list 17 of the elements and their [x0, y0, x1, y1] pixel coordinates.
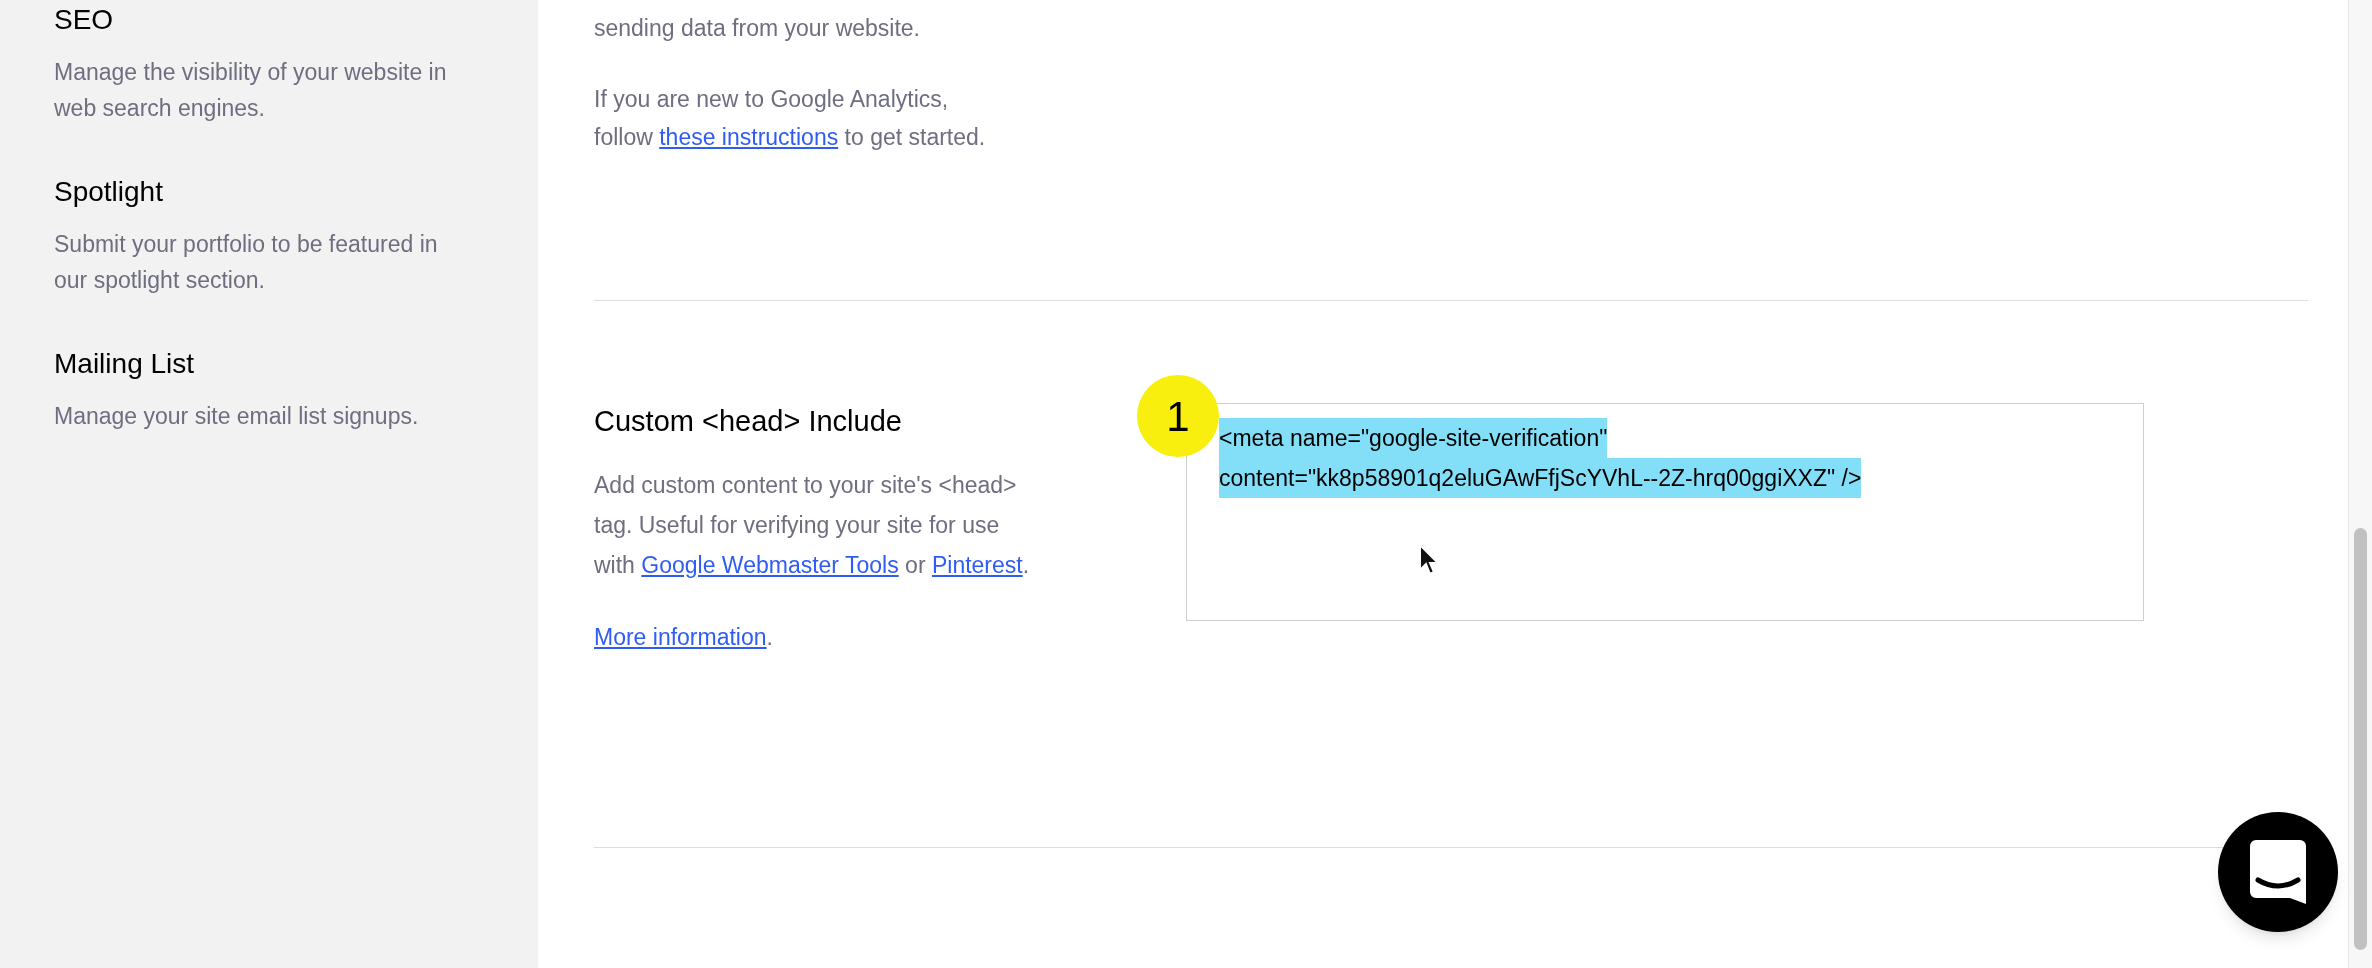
- sidebar-item-title[interactable]: Mailing List: [54, 346, 514, 382]
- description-link[interactable]: Pinterest: [931, 552, 1023, 578]
- analytics-intro: If you are new to Google Analytics,: [594, 85, 950, 114]
- sidebar-item-title[interactable]: SEO: [54, 2, 514, 38]
- step-badge: 1: [1137, 375, 1219, 457]
- instructions-link[interactable]: these instructions: [659, 124, 839, 150]
- section-title: Custom <head> Include: [594, 404, 902, 439]
- analytics-follow-text: follow these instructions to get started.: [594, 123, 987, 152]
- sidebar-item-description: Submit your portfolio to be featured in our spotlight section.: [54, 230, 439, 295]
- sidebar-item-description: Manage the visibility of your website in web search engines.: [54, 58, 448, 123]
- sidebar-item-title[interactable]: Spotlight: [54, 174, 514, 210]
- more-info-link[interactable]: More information: [594, 624, 767, 650]
- more-info-text: More information.: [594, 623, 774, 652]
- analytics-text: sending data from your website.: [594, 14, 921, 43]
- section-description: Add custom content to your site's <head> tag. Useful for verifying your site for use with Google Webmaster Tools or Pinterest.: [594, 471, 1031, 580]
- description-link[interactable]: Google Webmaster Tools: [641, 552, 899, 578]
- sidebar-item-description: Manage your site email list signups.: [54, 402, 420, 431]
